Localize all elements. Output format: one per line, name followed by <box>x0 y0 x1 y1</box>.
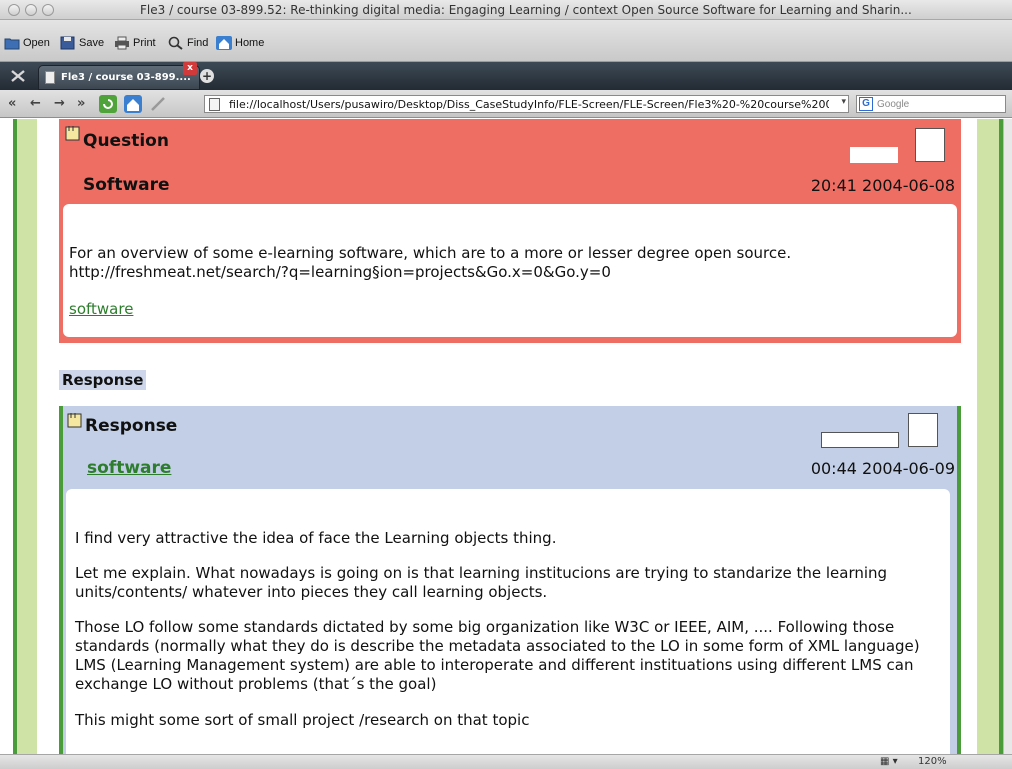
question-note: Question Software 20:41 2004-06-08 For a… <box>59 119 961 343</box>
new-tab-button[interactable]: + <box>200 69 214 83</box>
forward-button[interactable]: → <box>54 96 65 111</box>
tab-fle3-course[interactable]: Fle3 / course 03-899.... <box>38 65 200 90</box>
fast-forward-button[interactable]: » <box>77 96 85 111</box>
question-body: For an overview of some e-learning softw… <box>63 204 957 337</box>
close-window-button[interactable] <box>8 4 20 16</box>
author-avatar <box>915 128 945 162</box>
floppy-icon <box>60 36 75 50</box>
browser-toolbar: Open Save Print Find Home <box>0 20 1012 62</box>
save-label: Save <box>79 37 105 49</box>
zoom-level[interactable]: 120% <box>918 756 947 767</box>
response-paragraph: Those LO follow some standards dictated … <box>75 618 920 693</box>
save-button[interactable]: Save <box>60 34 104 52</box>
open-label: Open <box>23 37 50 49</box>
question-heading: Question <box>83 131 169 151</box>
print-button[interactable]: Print <box>114 34 156 52</box>
tab-close-button[interactable]: x <box>183 62 197 75</box>
page-icon <box>209 98 220 111</box>
home-button[interactable]: Home <box>216 34 264 52</box>
address-text: file://localhost/Users/pusawiro/Desktop/… <box>229 98 829 111</box>
home-label: Home <box>235 37 265 49</box>
back-button[interactable]: ← <box>30 96 41 111</box>
question-title: Software <box>83 175 170 195</box>
reload-icon[interactable] <box>99 95 117 113</box>
right-frame-border <box>977 119 1003 754</box>
document-icon <box>45 71 55 84</box>
find-label: Find <box>187 37 209 49</box>
google-icon[interactable]: G <box>859 97 873 111</box>
question-text: For an overview of some e-learning softw… <box>69 244 792 281</box>
question-meta-box <box>850 147 898 163</box>
left-frame-border <box>13 119 37 754</box>
response-title-link[interactable]: software <box>87 458 171 478</box>
window-titlebar: Fle3 / course 03-899.52: Re-thinking dig… <box>0 0 1012 20</box>
page-viewport: Question Software 20:41 2004-06-08 For a… <box>0 119 1012 754</box>
note-type-icon <box>65 126 80 141</box>
window-title: Fle3 / course 03-899.52: Re-thinking dig… <box>140 3 912 17</box>
home-nav-icon[interactable] <box>124 95 142 113</box>
search-input[interactable]: G Google <box>856 95 1006 113</box>
pencil-icon[interactable] <box>150 96 166 112</box>
print-label: Print <box>133 37 156 49</box>
response-paragraph: I find very attractive the idea of face … <box>75 529 557 547</box>
magnifier-icon <box>168 36 183 50</box>
tools-icon[interactable] <box>10 69 26 83</box>
question-date: 20:41 2004-06-08 <box>810 176 955 195</box>
navigation-bar: « ← → » file://localhost/Users/pusawiro/… <box>0 90 1012 118</box>
question-link[interactable]: software <box>69 300 133 318</box>
address-bar[interactable]: file://localhost/Users/pusawiro/Desktop/… <box>204 95 849 113</box>
find-button[interactable]: Find <box>168 34 208 52</box>
response-body: I find very attractive the idea of face … <box>66 489 950 754</box>
note-type-icon <box>67 413 82 428</box>
tab-label: Fle3 / course 03-899.... <box>61 72 191 83</box>
home-icon <box>216 36 232 50</box>
status-bar: ▦ ▾ 120% <box>0 754 1012 769</box>
status-icons[interactable]: ▦ ▾ <box>880 756 898 767</box>
vertical-scrollbar[interactable] <box>1003 119 1012 754</box>
open-button[interactable]: Open <box>4 34 50 52</box>
response-note: Response software 00:44 2004-06-09 I fin… <box>59 406 961 754</box>
rewind-button[interactable]: « <box>8 96 16 111</box>
tab-bar: Fle3 / course 03-899.... x + <box>0 62 1012 90</box>
printer-icon <box>115 36 129 50</box>
address-dropdown-icon[interactable]: ▾ <box>841 97 846 107</box>
search-placeholder: Google <box>877 99 910 110</box>
author-avatar <box>908 413 938 447</box>
response-section-label: Response <box>59 370 147 390</box>
zoom-window-button[interactable] <box>42 4 54 16</box>
minimize-window-button[interactable] <box>25 4 37 16</box>
response-date: 00:44 2004-06-09 <box>810 459 955 478</box>
response-paragraph: This might some sort of small project /r… <box>75 711 530 729</box>
response-paragraph: Let me explain. What nowadays is going o… <box>75 564 888 601</box>
response-heading: Response <box>85 416 178 436</box>
response-meta-box <box>821 432 899 448</box>
folder-icon <box>4 38 20 50</box>
